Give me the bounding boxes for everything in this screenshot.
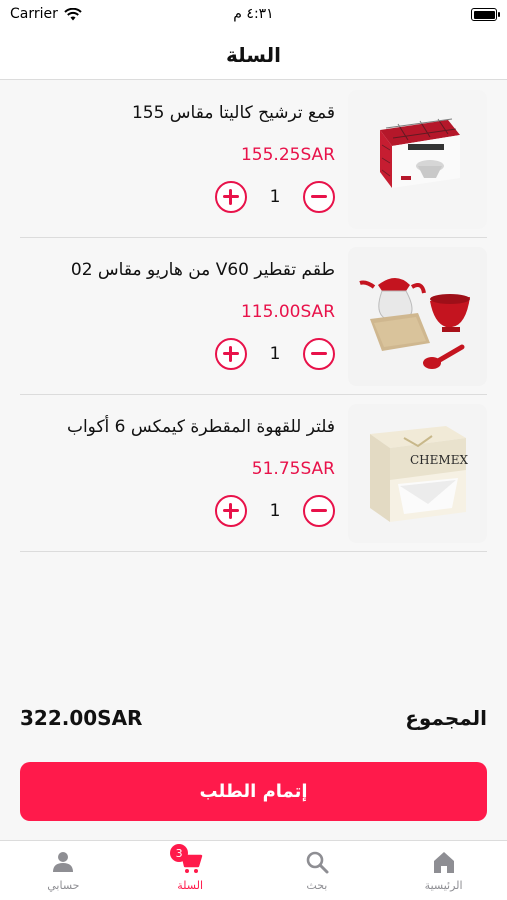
page-title: السلة [225,42,281,67]
tab-bar: حسابي 3 السلة بحث الرئيسية [0,840,507,900]
cart-item: CHEMEX فلتر للقهوة المقطرة كيمكس 6 أكواب… [20,395,487,552]
decrease-quantity-button[interactable] [303,495,335,527]
quantity-stepper: 1 [215,337,335,371]
decrease-quantity-button[interactable] [303,338,335,370]
increase-quantity-button[interactable] [215,495,247,527]
tab-search[interactable]: بحث [254,841,381,900]
chemex-brand-text: CHEMEX [410,453,468,467]
item-price: 115.00SAR [240,302,335,322]
increase-quantity-button[interactable] [215,338,247,370]
search-icon [306,851,329,874]
cart-list: قمع ترشيح كاليتا مقاس 155 155.25SAR 1 طق… [0,81,507,552]
chemex-filter-box-image[interactable]: CHEMEX [348,404,487,543]
item-name: طقم تقطير V60 من هاريو مقاس 02 [70,260,335,280]
quantity-stepper: 1 [215,494,335,528]
item-name: فلتر للقهوة المقطرة كيمكس 6 أكواب [66,417,335,437]
tab-label: حسابي [47,879,80,892]
battery-icon [471,8,500,21]
tab-cart[interactable]: 3 السلة [127,841,254,900]
item-price: 51.75SAR [251,459,335,479]
tab-label: بحث [306,879,328,892]
home-icon [433,852,454,873]
total-label: المجموع [405,706,487,730]
tab-label: الرئيسية [424,879,463,892]
total-amount: 322.00SAR [20,706,143,730]
quantity-value: 1 [269,501,281,521]
checkout-button[interactable]: إتمام الطلب [20,762,487,821]
tab-label: السلة [177,879,203,892]
person-icon [53,852,74,872]
quantity-value: 1 [269,187,281,207]
item-price: 155.25SAR [240,145,335,165]
dripper-box-image[interactable] [348,90,487,229]
item-name: قمع ترشيح كاليتا مقاس 155 [131,103,335,123]
order-total: 322.00SAR المجموع [20,700,487,736]
cart-item: طقم تقطير V60 من هاريو مقاس 02 115.00SAR… [20,238,487,395]
cart-count-badge: 3 [170,844,189,862]
status-time: ٤:٣١ م [233,6,274,22]
increase-quantity-button[interactable] [215,181,247,213]
v60-set-image[interactable] [348,247,487,386]
tab-home[interactable]: الرئيسية [380,841,507,900]
cart-item: قمع ترشيح كاليتا مقاس 155 155.25SAR 1 [20,81,487,238]
quantity-value: 1 [269,344,281,364]
decrease-quantity-button[interactable] [303,181,335,213]
quantity-stepper: 1 [215,180,335,214]
tab-account[interactable]: حسابي [0,841,127,900]
nav-bar: السلة [0,30,507,80]
status-bar: Carrier ٤:٣١ م [0,0,507,30]
